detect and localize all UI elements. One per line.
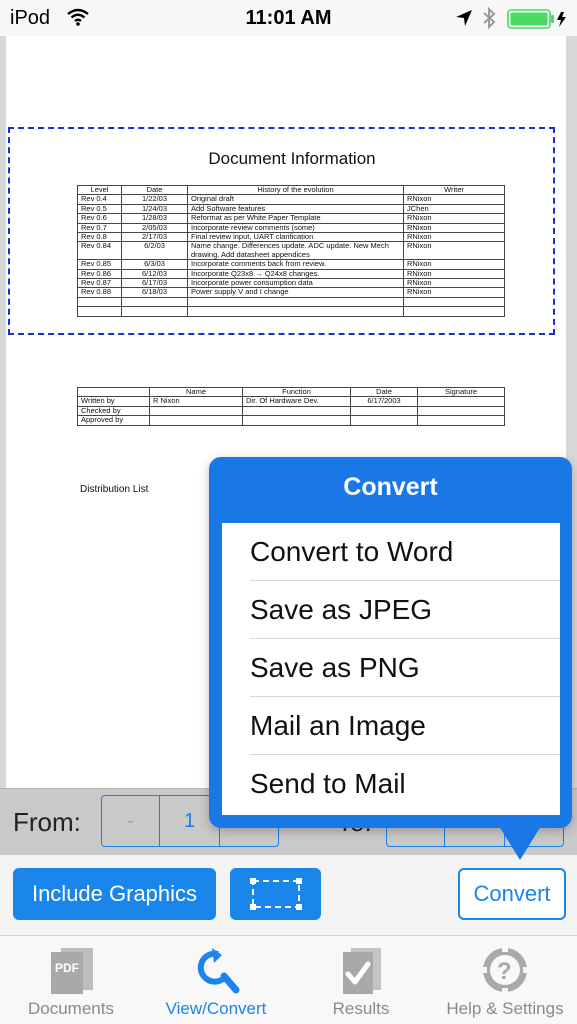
tab-label: Results [332, 999, 390, 1018]
table-cell: Reformat as per White Paper Template [187, 213, 404, 224]
pdf-documents-icon: PDF [51, 948, 93, 994]
table-row [77, 296, 505, 308]
menu-item-save-as-png[interactable]: Save as PNG [250, 639, 560, 697]
tab-label: Documents [28, 999, 114, 1018]
signature-table: Name Function Date Signature Written by R… [77, 386, 505, 426]
convert-popover: Convert Convert to Word Save as JPEG Sav… [209, 457, 572, 828]
menu-item-mail-an-image[interactable]: Mail an Image [250, 697, 560, 755]
menu-item-send-to-mail[interactable]: Send to Mail [250, 755, 560, 813]
table-cell: RNixon [403, 241, 505, 261]
table-cell: Approved by [77, 415, 150, 426]
table-cell: 1/28/03 [121, 213, 188, 224]
table-cell: Rev 0.85 [77, 259, 122, 270]
bluetooth-icon [483, 6, 496, 30]
view-convert-icon [197, 948, 240, 994]
selection-rectangle-icon [249, 878, 302, 910]
popover-title: Convert [343, 473, 438, 501]
table-cell: RNixon [403, 213, 505, 224]
table-cell: 6/3/03 [121, 259, 188, 270]
table-row: Approved by [77, 415, 505, 426]
table-cell: Power supply V and I change [187, 287, 404, 298]
table-cell: Original draft [187, 194, 404, 205]
table-cell: RNixon [403, 287, 505, 298]
table-cell: Dir. Of Hardware Dev. [242, 396, 351, 407]
distribution-list-label: Distribution List [80, 484, 149, 495]
table-cell: Incorporate comments back from review. [187, 259, 404, 270]
tab-results[interactable]: Results [312, 936, 410, 1024]
table-cell: RNixon [403, 194, 505, 205]
tab-help-settings[interactable]: ? Help & Settings [436, 936, 574, 1024]
tab-label: Help & Settings [446, 999, 564, 1018]
battery-icon [507, 9, 566, 29]
from-label: From: [13, 807, 81, 837]
select-area-button[interactable] [230, 868, 321, 920]
svg-text:PDF: PDF [55, 961, 79, 975]
table-row: Rev 0.4 1/22/03 Original draft RNixon [77, 194, 505, 205]
table-cell: Name change. Differences update. ADC upd… [187, 241, 404, 261]
table-cell: 6/17/2003 [350, 396, 418, 407]
table-cell: Written by [77, 396, 150, 407]
include-graphics-button[interactable]: Include Graphics [13, 868, 216, 920]
tab-label: View/Convert [165, 999, 267, 1018]
table-cell: Rev 0.88 [77, 287, 122, 298]
tab-view-convert[interactable]: View/Convert [156, 936, 276, 1024]
table-cell: Rev 0.6 [77, 213, 122, 224]
status-bar: iPod 11:01 AM [0, 0, 577, 36]
table-cell: 1/22/03 [121, 194, 188, 205]
menu-item-save-as-jpeg[interactable]: Save as JPEG [250, 581, 560, 639]
location-arrow-icon [456, 10, 472, 26]
table-row: Checked by [77, 405, 505, 417]
menu-item-convert-to-word[interactable]: Convert to Word [250, 523, 560, 581]
results-icon [343, 948, 381, 994]
table-row: Rev 0.85 6/3/03 Incorporate comments back … [77, 259, 505, 270]
help-settings-icon: ? [481, 946, 529, 994]
table-row: Rev 0.88 6/18/03 Power supply V and I chan… [77, 287, 505, 298]
svg-text:?: ? [497, 958, 512, 985]
tab-bar: PDF Documents View/Convert Results ? Hel… [0, 935, 577, 1024]
table-header-cell: Signature [417, 386, 505, 398]
table-row: Written by R Nixon Dir. Of Hardware Dev. 6/… [77, 396, 505, 407]
convert-button[interactable]: Convert [458, 868, 566, 920]
table-row: Rev 0.6 1/28/03 Reformat as per White Pape… [77, 213, 505, 224]
table-cell: Rev 0.4 [77, 194, 122, 205]
tab-documents[interactable]: PDF Documents [14, 936, 128, 1024]
table-row [77, 306, 505, 317]
from-decrement-button[interactable]: - [102, 796, 160, 846]
table-row: Rev 0.84 6/2/03 Name change. Differences u… [77, 241, 505, 261]
popover-menu: Convert to Word Save as JPEG Save as PNG… [222, 523, 560, 815]
table-cell: Rev 0.84 [77, 241, 122, 261]
document-title: Document Information [208, 149, 376, 168]
table-cell: R Nixon [149, 396, 243, 407]
table-cell: RNixon [403, 259, 505, 270]
table-cell [417, 396, 505, 407]
table-cell: 6/2/03 [121, 241, 188, 261]
revision-history-table: Level Date History of the evolution Writ… [77, 184, 505, 317]
table-cell: 6/18/03 [121, 287, 188, 298]
popover-arrow [499, 826, 541, 860]
action-bar: Include Graphics Convert [0, 854, 577, 935]
